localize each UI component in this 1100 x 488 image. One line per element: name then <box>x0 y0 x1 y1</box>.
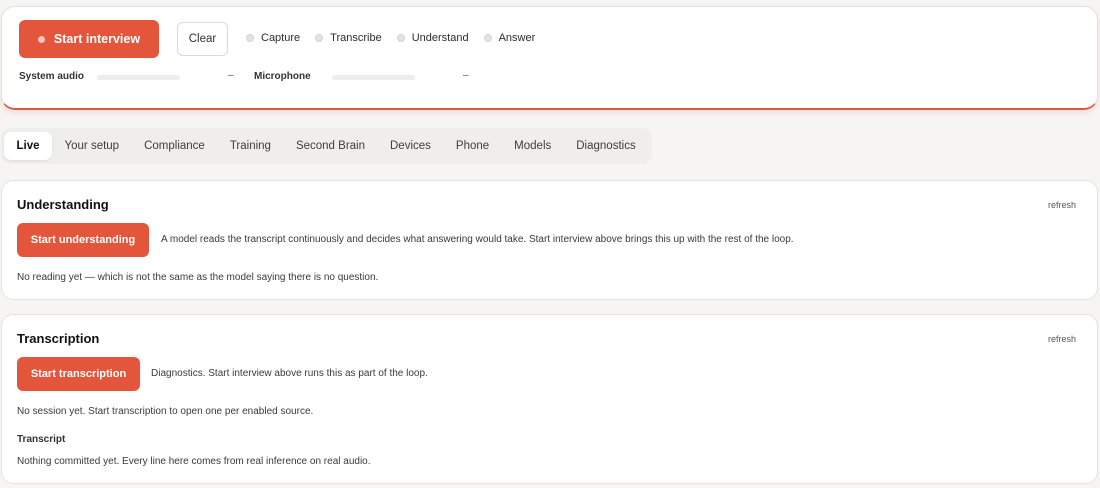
clear-button[interactable]: Clear <box>177 22 228 56</box>
step-answer: Answer <box>483 32 536 44</box>
tab-diagnostics[interactable]: Diagnostics <box>564 132 648 160</box>
transcript-empty-message: Nothing committed yet. Every line here c… <box>17 456 371 467</box>
step-understand: Understand <box>396 32 469 44</box>
pipeline-steps: Capture Transcribe Understand Answer <box>246 32 550 44</box>
tab-your-setup[interactable]: Your setup <box>52 132 132 160</box>
step-label: Transcribe <box>330 32 382 44</box>
step-label: Capture <box>261 32 301 44</box>
step-capture: Capture <box>246 32 300 44</box>
understanding-title: Understanding <box>17 197 109 212</box>
tab-second-brain[interactable]: Second Brain <box>283 132 377 160</box>
system-audio-label: System audio <box>19 71 85 82</box>
status-dot-icon <box>315 34 324 42</box>
tab-models[interactable]: Models <box>502 132 564 160</box>
transcription-refresh-link[interactable]: refresh <box>1048 334 1076 344</box>
understanding-card: Understanding refresh Start understandin… <box>1 180 1098 300</box>
record-dot-icon <box>37 35 45 43</box>
status-dot-icon <box>246 34 254 42</box>
main-tabs: Live Your setup Compliance Training Seco… <box>1 128 652 164</box>
step-label: Answer <box>498 32 536 44</box>
system-audio-meter <box>97 75 180 80</box>
start-interview-label: Start interview <box>53 32 141 46</box>
step-label: Understand <box>411 32 469 44</box>
tab-compliance[interactable]: Compliance <box>132 132 218 160</box>
transcription-status: No session yet. Start transcription to o… <box>17 406 314 417</box>
transcription-description: Diagnostics. Start interview above runs … <box>151 368 428 379</box>
start-transcription-button[interactable]: Start transcription <box>17 357 140 391</box>
start-understanding-button[interactable]: Start understanding <box>17 223 149 257</box>
system-audio-value: – <box>228 70 234 81</box>
status-dot-icon <box>396 34 405 42</box>
tab-training[interactable]: Training <box>217 132 283 160</box>
interview-control-card: Start interview Clear Capture Transcribe… <box>1 6 1098 110</box>
transcript-heading: Transcript <box>17 434 66 445</box>
microphone-label: Microphone <box>254 71 311 82</box>
understanding-status: No reading yet — which is not the same a… <box>17 272 379 283</box>
tab-devices[interactable]: Devices <box>378 132 444 160</box>
understanding-refresh-link[interactable]: refresh <box>1048 200 1076 210</box>
step-transcribe: Transcribe <box>315 32 382 44</box>
understanding-description: A model reads the transcript continuousl… <box>161 234 794 245</box>
tab-live[interactable]: Live <box>4 132 53 160</box>
microphone-value: – <box>463 70 469 81</box>
status-dot-icon <box>483 34 492 42</box>
microphone-meter <box>332 75 415 80</box>
transcription-card: Transcription refresh Start transcriptio… <box>1 314 1098 484</box>
transcription-title: Transcription <box>17 331 100 346</box>
tab-phone[interactable]: Phone <box>443 132 501 160</box>
start-interview-button[interactable]: Start interview <box>19 20 159 58</box>
